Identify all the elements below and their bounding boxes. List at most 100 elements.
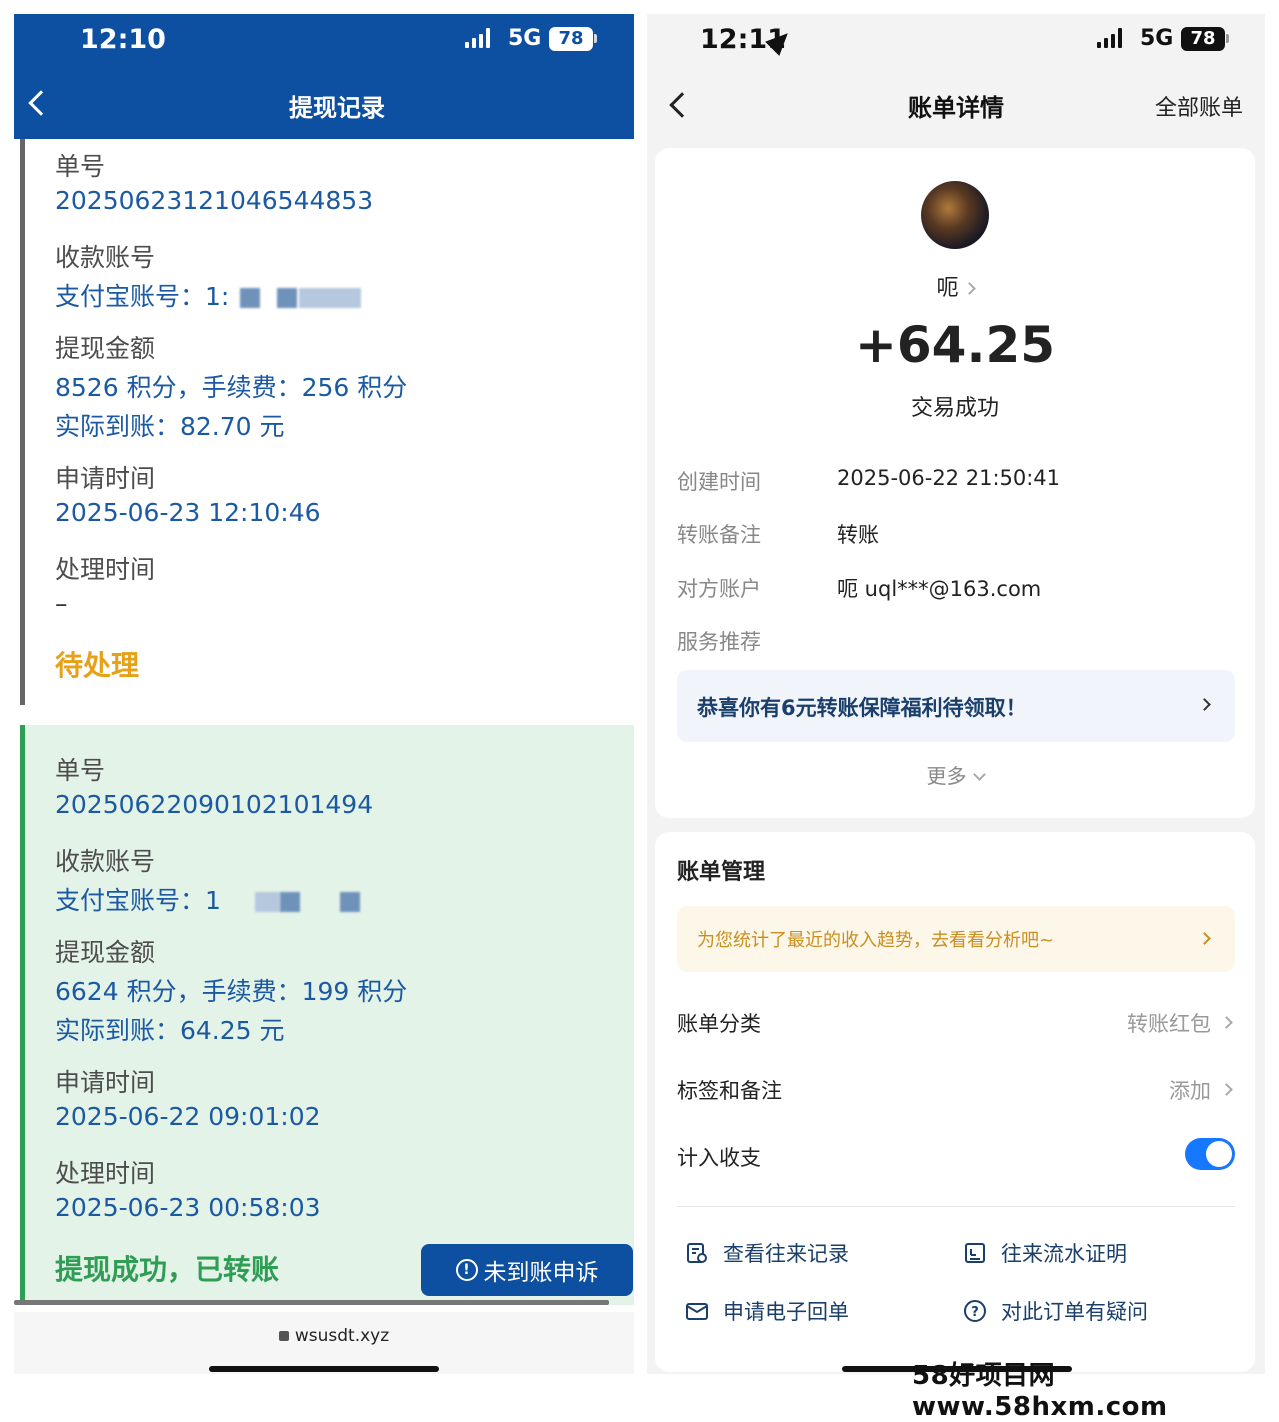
record-icon bbox=[687, 1243, 707, 1263]
detail-value: 转账 bbox=[837, 523, 879, 547]
apply-time-label: 申请时间 bbox=[55, 1068, 156, 1097]
more-button[interactable]: 更多 bbox=[655, 760, 1255, 789]
avatar[interactable] bbox=[921, 181, 989, 249]
row-value: 转账红包 bbox=[1127, 1012, 1211, 1036]
detail-label: 创建时间 bbox=[677, 470, 761, 494]
chevron-down-icon bbox=[972, 768, 986, 781]
process-time-label: 处理时间 bbox=[55, 1159, 156, 1188]
browser-url-bar[interactable]: wsusdt.xyz bbox=[14, 1312, 634, 1374]
actual-amount: 实际到账：82.70 元 bbox=[55, 412, 285, 441]
home-indicator bbox=[209, 1366, 439, 1372]
amount-label: 提现金额 bbox=[55, 334, 156, 363]
redacted-block bbox=[299, 288, 361, 308]
withdrawal-record-card: 单号 20250623121046544853 收款账号 支付宝账号：1: 提现… bbox=[20, 139, 634, 705]
detail-label: 对方账户 bbox=[677, 577, 761, 601]
statement-proof-button[interactable]: 往来流水证明 bbox=[963, 1238, 1127, 1268]
redacted-block bbox=[255, 892, 280, 912]
payer-name-link[interactable]: 呃 bbox=[655, 270, 1255, 302]
view-records-button[interactable]: 查看往来记录 bbox=[685, 1238, 849, 1268]
network-label: 5G bbox=[1140, 26, 1174, 51]
order-number: 20250623121046544853 bbox=[55, 186, 374, 215]
app-header: 12:10 5G 78 提现记录 bbox=[14, 14, 634, 139]
toggle-knob bbox=[1206, 1141, 1232, 1167]
chevron-right-icon bbox=[1220, 1083, 1233, 1096]
tags-notes-row[interactable]: 标签和备注 添加 bbox=[677, 1071, 1235, 1111]
redacted-block bbox=[240, 288, 260, 308]
network-label: 5G bbox=[508, 26, 542, 51]
more-label: 更多 bbox=[926, 764, 967, 788]
account-label: 收款账号 bbox=[55, 243, 156, 272]
row-label: 计入收支 bbox=[677, 1146, 761, 1170]
withdrawal-record-card: 单号 20250622090102101494 收款账号 支付宝账号：1 提现金… bbox=[20, 725, 634, 1305]
count-in-stats-row: 计入收支 bbox=[677, 1138, 1235, 1178]
appeal-button-label: 未到账申诉 bbox=[483, 1260, 599, 1286]
apply-time: 2025-06-23 12:10:46 bbox=[55, 498, 321, 527]
row-label: 标签和备注 bbox=[677, 1079, 782, 1103]
action-label: 往来流水证明 bbox=[1001, 1242, 1127, 1266]
scroll-indicator bbox=[14, 1300, 609, 1305]
promo-text: 恭喜你有6元转账保障福利待领取！ bbox=[697, 696, 1027, 720]
transaction-panel: 呃 +64.25 交易成功 创建时间 2025-06-22 21:50:41 转… bbox=[655, 148, 1255, 818]
page-title: 提现记录 bbox=[289, 94, 385, 122]
status-badge: 提现成功，已转账 bbox=[55, 1253, 280, 1286]
amount-value: 6624 积分，手续费：199 积分 bbox=[55, 977, 408, 1006]
all-bills-link[interactable]: 全部账单 bbox=[1155, 90, 1243, 122]
watermark-text: 58好项目网www.58hxm.com bbox=[912, 1361, 1168, 1422]
lock-icon bbox=[278, 1331, 289, 1341]
action-label: 申请电子回单 bbox=[723, 1300, 849, 1324]
count-in-stats-toggle[interactable] bbox=[1185, 1138, 1235, 1170]
withdrawal-records-screen: 12:10 5G 78 提现记录 单号 20250623121046544853… bbox=[14, 14, 634, 1374]
apply-time: 2025-06-22 09:01:02 bbox=[55, 1102, 321, 1131]
status-badge: 待处理 bbox=[55, 649, 140, 682]
transaction-status: 交易成功 bbox=[910, 396, 999, 421]
detail-label: 转账备注 bbox=[677, 523, 761, 547]
section-title: 账单管理 bbox=[677, 860, 766, 885]
amount-label: 提现金额 bbox=[55, 938, 156, 967]
promo-banner[interactable]: 恭喜你有6元转账保障福利待领取！ bbox=[677, 670, 1235, 742]
url-display: wsusdt.xyz bbox=[14, 1326, 634, 1346]
certificate-icon bbox=[965, 1243, 985, 1263]
battery-icon: 78 bbox=[1181, 27, 1225, 51]
income-trend-tip[interactable]: 为您统计了最近的收入趋势，去看看分析吧~ bbox=[677, 906, 1235, 972]
bill-management-panel: 账单管理 为您统计了最近的收入趋势，去看看分析吧~ 账单分类 转账红包 标签和备… bbox=[655, 832, 1255, 1372]
process-time: 2025-06-23 00:58:03 bbox=[55, 1193, 321, 1222]
chevron-right-icon bbox=[1220, 1016, 1233, 1029]
order-number: 20250622090102101494 bbox=[55, 790, 374, 819]
signal-icon bbox=[465, 28, 490, 48]
divider bbox=[677, 1206, 1235, 1207]
tip-text: 为您统计了最近的收入趋势，去看看分析吧~ bbox=[697, 930, 1055, 951]
payer-name: 呃 bbox=[936, 276, 959, 301]
account-value: 支付宝账号：1: bbox=[55, 282, 230, 311]
appeal-button[interactable]: ! 未到账申诉 bbox=[421, 1244, 633, 1296]
action-label: 查看往来记录 bbox=[723, 1242, 849, 1266]
battery-icon: 78 bbox=[549, 27, 593, 51]
account-label: 收款账号 bbox=[55, 847, 156, 876]
signal-icon bbox=[1097, 28, 1122, 48]
order-question-button[interactable]: ? 对此订单有疑问 bbox=[963, 1296, 1148, 1326]
account-value: 支付宝账号：1 bbox=[55, 886, 221, 915]
redacted-block bbox=[280, 892, 300, 912]
detail-value: 呃 uql***@163.com bbox=[837, 577, 1042, 601]
detail-label: 服务推荐 bbox=[677, 630, 761, 654]
chevron-right-icon bbox=[1198, 698, 1211, 711]
svg-text:?: ? bbox=[971, 1305, 979, 1320]
redacted-block bbox=[277, 288, 297, 308]
actual-amount: 实际到账：64.25 元 bbox=[55, 1016, 285, 1045]
detail-value: 2025-06-22 21:50:41 bbox=[837, 466, 1061, 490]
apply-time-label: 申请时间 bbox=[55, 464, 156, 493]
order-label: 单号 bbox=[55, 152, 106, 181]
chevron-right-icon bbox=[1198, 932, 1211, 945]
battery-nub bbox=[594, 34, 597, 43]
action-label: 对此订单有疑问 bbox=[1001, 1300, 1148, 1324]
amount-value: 8526 积分，手续费：256 积分 bbox=[55, 373, 408, 402]
status-time: 12:10 bbox=[80, 24, 166, 55]
e-receipt-button[interactable]: 申请电子回单 bbox=[685, 1296, 849, 1326]
question-icon: ? bbox=[964, 1300, 986, 1322]
alert-icon: ! bbox=[455, 1259, 478, 1281]
row-label: 账单分类 bbox=[677, 1012, 761, 1036]
url-text: wsusdt.xyz bbox=[294, 1326, 390, 1346]
transaction-amount: +64.25 bbox=[854, 316, 1056, 374]
bill-category-row[interactable]: 账单分类 转账红包 bbox=[677, 1004, 1235, 1044]
bill-detail-screen: 12:11 5G 78 账单详情 全部账单 呃 +64.25 交易成功 创建时间… bbox=[647, 14, 1265, 1374]
process-time: – bbox=[55, 589, 68, 618]
